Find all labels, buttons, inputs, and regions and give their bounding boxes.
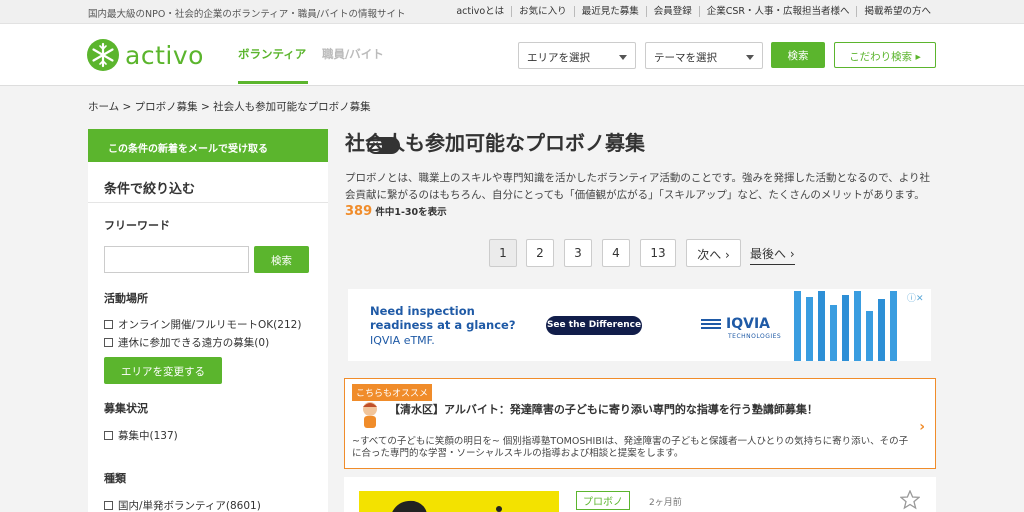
ad-cta-button[interactable]: See the Difference — [546, 316, 642, 335]
top-link-favorites[interactable]: お気に入り — [511, 6, 574, 17]
type-option-domestic[interactable]: 国内/単発ボランティア(8601) — [104, 498, 261, 512]
option-label: オンライン開催/フルリモートOK(212) — [118, 319, 302, 331]
email-alert-label: この条件の新着をメールで受け取る — [108, 144, 268, 155]
freeword-input[interactable] — [104, 246, 249, 273]
ad-close-icon[interactable]: ⓘ✕ — [907, 291, 929, 304]
snowflake-logo-icon — [87, 39, 119, 71]
recommend-body: ~すべての子どもに笑顔の明日を~ 個別指導塾TOMOSHIBIは、発達障害の子ど… — [352, 436, 909, 459]
header-search-button[interactable]: 検索 — [771, 42, 825, 68]
person-illustration-icon — [392, 500, 502, 512]
status-label: 募集状況 — [104, 402, 148, 415]
type-label: 種類 — [104, 472, 126, 485]
location-option-holiday[interactable]: 連休に参加できる遠方の募集(0) — [104, 335, 269, 350]
checkbox[interactable] — [104, 320, 113, 329]
email-alert-bar[interactable]: この条件の新着をメールで受け取る × — [88, 129, 400, 162]
listing-card[interactable]: プロボノ 2ヶ月前 — [344, 477, 936, 512]
option-label: 国内/単発ボランティア(8601) — [118, 500, 261, 512]
page-4-button[interactable]: 4 — [602, 239, 630, 267]
listing-thumbnail[interactable] — [359, 491, 559, 512]
last-page-link[interactable]: 最後へ › — [750, 245, 795, 265]
freeword-label: フリーワード — [104, 219, 170, 232]
site-header: activo ボランティア 職員/バイト エリアを選択 テーマを選択 検索 こだ… — [0, 24, 1024, 86]
ad-bars-graphic — [794, 291, 897, 361]
top-links: activoとは お気に入り 最近見た募集 会員登録 企業CSR・人事・広報担当… — [449, 6, 938, 17]
ad-brand: IQVIA — [726, 316, 770, 332]
site-logo[interactable]: activo — [86, 38, 204, 72]
breadcrumb[interactable]: ホーム > プロボノ募集 > 社会人も参加可能なプロボノ募集 — [88, 99, 371, 114]
page-13-button[interactable]: 13 — [640, 239, 676, 267]
recommend-card[interactable]: こちらもオススメ 【清水区】アルバイト：発達障害の子どもに寄り添い専門的な指導を… — [344, 378, 936, 469]
top-link-about[interactable]: activoとは — [449, 6, 511, 17]
location-option-online[interactable]: オンライン開催/フルリモートOK(212) — [104, 317, 301, 332]
option-label: 連休に参加できる遠方の募集(0) — [118, 337, 270, 349]
option-label: 募集中(137) — [118, 430, 178, 442]
page-3-button[interactable]: 3 — [564, 239, 592, 267]
checkbox[interactable] — [104, 431, 113, 440]
site-tagline: 国内最大級のNPO・社会的企業のボランティア・職員/バイトの情報サイト — [88, 9, 406, 20]
filter-title: 条件で絞り込む — [104, 182, 196, 197]
area-select-label: エリアを選択 — [527, 52, 590, 64]
theme-select-label: テーマを選択 — [654, 52, 717, 64]
checkbox[interactable] — [104, 338, 113, 347]
divider — [88, 202, 328, 203]
ad-headline-line2: readiness at a glance? — [370, 318, 516, 332]
posted-time: 2ヶ月前 — [649, 498, 682, 508]
advanced-search-button[interactable]: こだわり検索 ▸ — [834, 42, 936, 68]
change-area-button[interactable]: エリアを変更する — [104, 357, 222, 384]
ad-banner[interactable]: Need inspection readiness at a glance? IQ… — [348, 289, 931, 361]
theme-select[interactable]: テーマを選択 — [645, 42, 763, 69]
result-count-label: 件中1-30を表示 — [375, 207, 447, 218]
page-2-button[interactable]: 2 — [526, 239, 554, 267]
top-link-register[interactable]: 会員登録 — [645, 6, 699, 17]
top-link-advertise[interactable]: 掲載希望の方へ — [856, 6, 938, 17]
ad-product: IQVIA eTMF. — [370, 334, 435, 347]
top-bar: 国内最大級のNPO・社会的企業のボランティア・職員/バイトの情報サイト acti… — [0, 0, 1024, 24]
favorite-star-icon[interactable] — [900, 490, 920, 510]
ad-brand-sub: TECHNOLOGIES — [728, 333, 782, 340]
freeword-search-button[interactable]: 検索 — [254, 246, 309, 273]
result-count-number: 389 — [345, 204, 373, 219]
chevron-down-icon — [619, 55, 627, 60]
category-badge: プロボノ — [576, 491, 630, 510]
nav-volunteer-tab[interactable]: ボランティア — [238, 46, 306, 62]
filter-sidebar: 条件で絞り込む フリーワード 検索 活動場所 オンライン開催/フルリモートOK(… — [88, 162, 328, 512]
iqvia-logo-icon — [701, 319, 721, 329]
recommend-title[interactable]: 【清水区】アルバイト：発達障害の子どもに寄り添い専門的な指導を行う塾講師募集！ — [389, 401, 818, 417]
page-title: 社会人も参加可能なプロボノ募集 — [345, 131, 645, 155]
top-link-corporate[interactable]: 企業CSR・人事・広報担当者様へ — [698, 6, 857, 17]
page-description: プロボノとは、職業上のスキルや専門知識を活かしたボランティア活動のことです。強み… — [345, 172, 931, 201]
nav-active-indicator — [238, 81, 308, 84]
top-link-recent[interactable]: 最近見た募集 — [573, 6, 646, 17]
logo-text: activo — [125, 40, 204, 70]
page-1-button[interactable]: 1 — [489, 239, 517, 267]
chevron-right-icon[interactable]: › — [919, 419, 925, 435]
tutor-illustration-icon — [363, 402, 377, 428]
result-count: 389 件中1-30を表示 — [345, 204, 447, 219]
chevron-down-icon — [746, 55, 754, 60]
checkbox[interactable] — [104, 501, 113, 510]
ad-headline-line1: Need inspection — [370, 304, 475, 318]
nav-job-tab[interactable]: 職員/バイト — [322, 46, 384, 62]
location-label: 活動場所 — [104, 292, 148, 305]
area-select[interactable]: エリアを選択 — [518, 42, 636, 69]
next-page-button[interactable]: 次へ › — [686, 239, 741, 267]
status-option-open[interactable]: 募集中(137) — [104, 428, 178, 443]
ad-headline: Need inspection readiness at a glance? — [370, 304, 516, 332]
